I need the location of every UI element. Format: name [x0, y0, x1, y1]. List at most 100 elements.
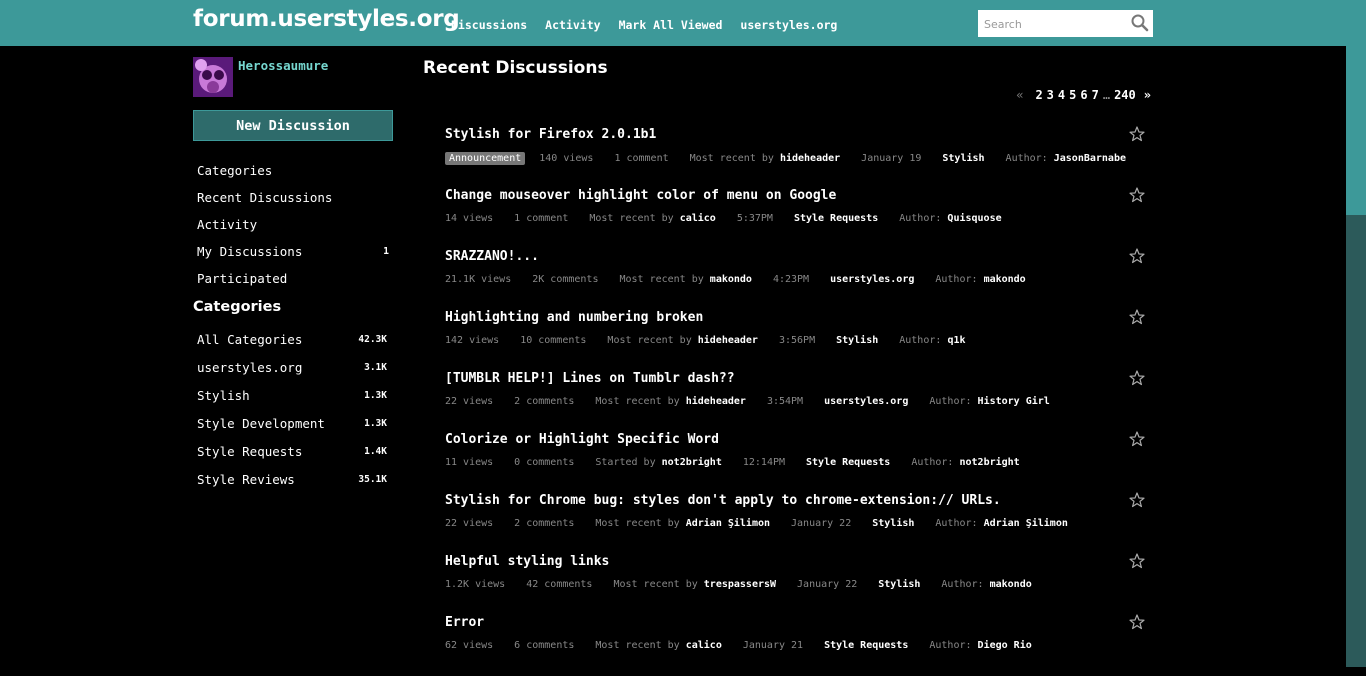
author-name[interactable]: Diego Rio: [978, 640, 1032, 651]
author-name[interactable]: q1k: [947, 335, 965, 346]
sidebar-item-recent-discussions[interactable]: Recent Discussions: [197, 184, 389, 211]
discussion-category[interactable]: Style Requests: [806, 457, 890, 468]
author-name[interactable]: makondo: [984, 274, 1026, 285]
last-time: 5:37PM: [736, 213, 773, 224]
most-recent-user[interactable]: hideheader: [698, 335, 758, 346]
most-recent: Most recent by makondo: [619, 274, 751, 285]
author-name[interactable]: Adrian Şilimon: [984, 518, 1068, 529]
author: Author: makondo: [941, 579, 1031, 590]
discussion-row: [TUMBLR HELP!] Lines on Tumblr dash?? 22…: [445, 370, 1145, 432]
bookmark-star-icon[interactable]: [1129, 248, 1145, 264]
sidebar-item-my-discussions[interactable]: My Discussions 1: [197, 238, 389, 265]
discussion-category[interactable]: Stylish: [836, 335, 878, 346]
view-count: 22 views: [445, 396, 494, 407]
announcement-badge: Announcement: [445, 152, 526, 165]
discussion-list: Stylish for Firefox 2.0.1b1 Announcement…: [445, 126, 1145, 676]
discussion-row: Colorize or Highlight Specific Word 11 v…: [445, 431, 1145, 493]
pager-page[interactable]: 2: [1035, 88, 1042, 102]
discussion-title[interactable]: [TUMBLR HELP!] Lines on Tumblr dash??: [445, 371, 735, 386]
discussion-row: Stylish for Firefox 2.0.1b1 Announcement…: [445, 126, 1145, 188]
page-scrollbar[interactable]: [1346, 0, 1366, 667]
last-time: January 21: [742, 640, 804, 651]
search-input[interactable]: [982, 15, 1131, 33]
sidebar-nav: Categories Recent Discussions Activity M…: [197, 157, 389, 292]
most-recent-user[interactable]: calico: [686, 640, 722, 651]
last-time: January 22: [791, 518, 852, 529]
author-name[interactable]: makondo: [990, 579, 1032, 590]
search-icon[interactable]: [1130, 13, 1150, 33]
discussion-meta: 22 views 2 comments Most recent by hideh…: [445, 396, 1071, 407]
category-style-requests[interactable]: Style Requests 1.4K: [197, 437, 387, 465]
author-label: Author:: [935, 274, 978, 285]
pager-page[interactable]: 5: [1069, 88, 1076, 102]
category-userstyles[interactable]: userstyles.org 3.1K: [197, 353, 387, 381]
sidebar-item-activity[interactable]: Activity: [197, 211, 389, 238]
bookmark-star-icon[interactable]: [1129, 187, 1145, 203]
bookmark-star-icon[interactable]: [1129, 126, 1145, 142]
most-recent-user[interactable]: makondo: [710, 274, 752, 285]
nav-discussions[interactable]: Discussions: [451, 18, 527, 32]
author-name[interactable]: not2bright: [960, 457, 1020, 468]
bookmark-star-icon[interactable]: [1129, 492, 1145, 508]
discussion-title[interactable]: SRAZZANO!...: [445, 249, 539, 264]
most-recent-user[interactable]: hideheader: [780, 153, 840, 164]
discussion-title[interactable]: Change mouseover highlight color of menu…: [445, 188, 836, 203]
most-recent-user[interactable]: calico: [680, 213, 716, 224]
most-recent: Most recent by trespassersW: [613, 579, 776, 590]
pager-last[interactable]: 240: [1114, 88, 1136, 102]
pager-page[interactable]: 7: [1092, 88, 1099, 102]
discussion-category[interactable]: Stylish: [878, 579, 920, 590]
nav-activity[interactable]: Activity: [545, 18, 600, 32]
category-stylish[interactable]: Stylish 1.3K: [197, 381, 387, 409]
view-count: 142 views: [445, 335, 500, 346]
most-recent-user[interactable]: hideheader: [686, 396, 746, 407]
pager-page[interactable]: 6: [1080, 88, 1087, 102]
discussion-title[interactable]: Highlighting and numbering broken: [445, 310, 703, 325]
discussion-title[interactable]: Stylish for Firefox 2.0.1b1: [445, 127, 656, 142]
author-name[interactable]: History Girl: [978, 396, 1050, 407]
most-recent-user[interactable]: Adrian Şilimon: [686, 518, 770, 529]
last-time: January 22: [797, 579, 858, 590]
nav-userstyles[interactable]: userstyles.org: [740, 18, 837, 32]
pager-page[interactable]: 4: [1058, 88, 1065, 102]
discussion-category[interactable]: Style Requests: [824, 640, 908, 651]
username[interactable]: Herossaumure: [238, 58, 328, 73]
discussion-category[interactable]: Stylish: [872, 518, 914, 529]
discussion-title[interactable]: Colorize or Highlight Specific Word: [445, 432, 719, 447]
category-list: All Categories 42.3K userstyles.org 3.1K…: [197, 325, 387, 493]
avatar[interactable]: [193, 57, 233, 97]
bookmark-star-icon[interactable]: [1129, 370, 1145, 386]
pager-prev[interactable]: «: [1016, 88, 1023, 102]
bookmark-star-icon[interactable]: [1129, 431, 1145, 447]
bookmark-star-icon[interactable]: [1129, 309, 1145, 325]
most-recent: Started by not2bright: [595, 457, 721, 468]
nav-mark-all-viewed[interactable]: Mark All Viewed: [619, 18, 723, 32]
most-recent-user[interactable]: trespassersW: [704, 579, 776, 590]
pager-next[interactable]: »: [1144, 88, 1151, 102]
category-count: 1.3K: [364, 389, 387, 401]
discussion-row: Stylish for Chrome bug: styles don't app…: [445, 492, 1145, 554]
bookmark-star-icon[interactable]: [1129, 553, 1145, 569]
sidebar-item-participated[interactable]: Participated: [197, 265, 389, 292]
discussion-title[interactable]: Error: [445, 615, 484, 630]
author: Author: Quisquose: [899, 213, 1001, 224]
discussion-category[interactable]: Stylish: [942, 153, 984, 164]
search-box: [978, 10, 1153, 37]
category-all[interactable]: All Categories 42.3K: [197, 325, 387, 353]
discussion-category[interactable]: userstyles.org: [824, 396, 908, 407]
pager-page[interactable]: 3: [1047, 88, 1054, 102]
discussion-title[interactable]: Helpful styling links: [445, 554, 609, 569]
category-style-reviews[interactable]: Style Reviews 35.1K: [197, 465, 387, 493]
sidebar-item-categories[interactable]: Categories: [197, 157, 389, 184]
author-name[interactable]: JasonBarnabe: [1054, 153, 1126, 164]
discussion-category[interactable]: Style Requests: [794, 213, 878, 224]
discussion-title[interactable]: Stylish for Chrome bug: styles don't app…: [445, 493, 1001, 508]
author-name[interactable]: Quisquose: [947, 213, 1001, 224]
discussion-category[interactable]: userstyles.org: [830, 274, 914, 285]
site-title[interactable]: forum.userstyles.org: [193, 6, 460, 32]
bookmark-star-icon[interactable]: [1129, 614, 1145, 630]
most-recent-user[interactable]: not2bright: [662, 457, 722, 468]
scrollbar-thumb[interactable]: [1346, 0, 1366, 215]
category-style-development[interactable]: Style Development 1.3K: [197, 409, 387, 437]
new-discussion-button[interactable]: New Discussion: [193, 110, 393, 141]
